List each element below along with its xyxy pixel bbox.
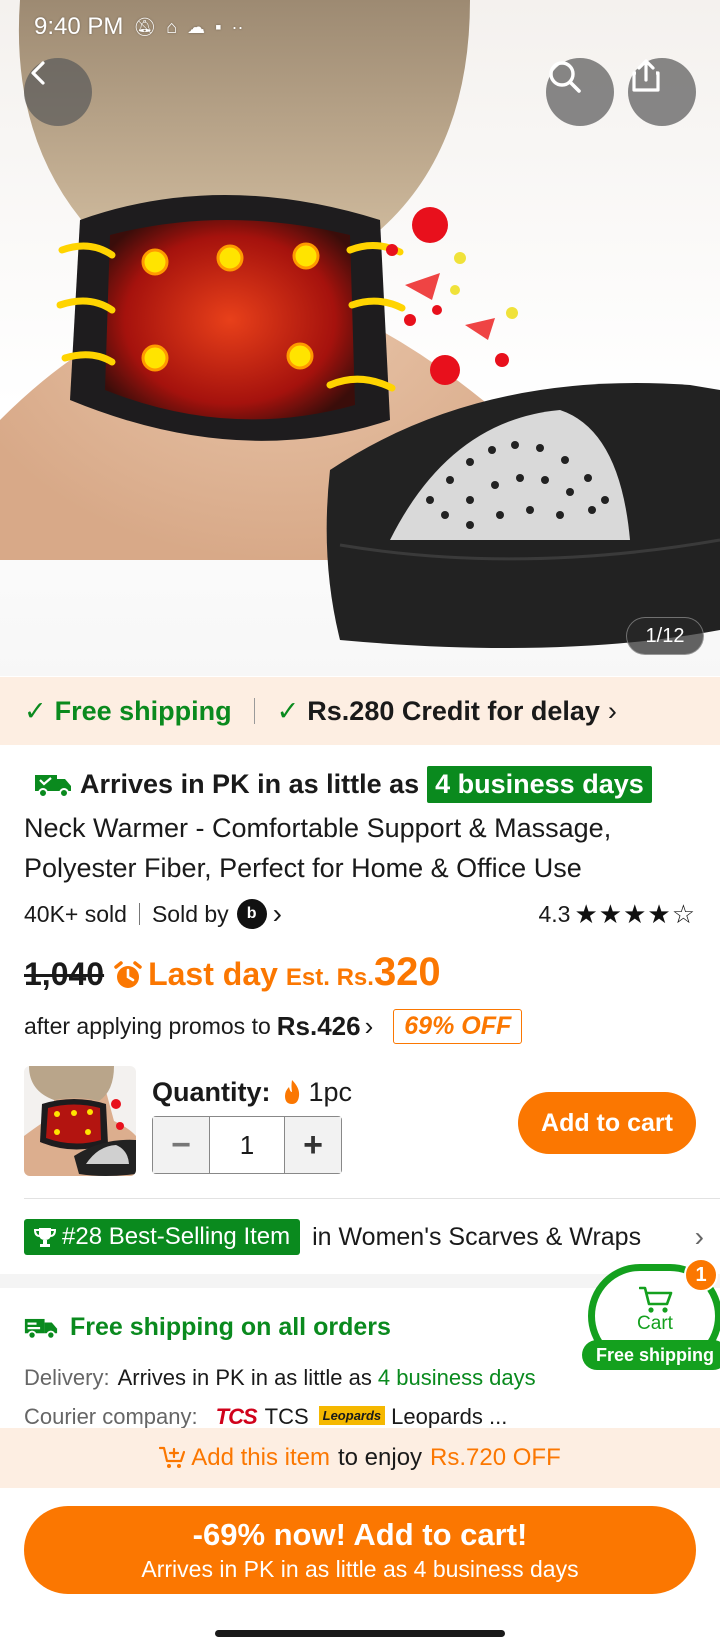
shopping-cart-icon	[639, 1286, 673, 1313]
product-thumbnail-image	[24, 1066, 136, 1176]
cart-plus-icon	[159, 1446, 186, 1468]
status-time: 9:40 PM	[34, 13, 124, 40]
seller-logo-icon[interactable]: b	[236, 899, 267, 929]
share-button[interactable]	[628, 58, 696, 126]
search-button[interactable]	[546, 58, 614, 126]
best-seller-badge: #28 Best-Selling Item	[24, 1219, 301, 1255]
check-icon: ✓	[276, 695, 300, 726]
variant-thumbnail[interactable]	[24, 1066, 136, 1176]
rating[interactable]: 4.3 ★★★★☆	[538, 899, 696, 930]
decrease-quantity-button[interactable]: −	[153, 1117, 209, 1173]
quantity-label-row: Quantity: 1pc	[152, 1074, 352, 1110]
share-icon	[632, 59, 660, 92]
after-promos-label: after applying promos to	[24, 1012, 271, 1039]
leopards-logo: Leopards	[318, 1406, 386, 1425]
back-button[interactable]	[24, 58, 92, 126]
free-shipping-all-orders[interactable]: Free shipping on all orders	[24, 1308, 391, 1346]
free-shipping-label: Free shipping	[54, 695, 232, 726]
best-seller-category: in Women's Scarves & Wraps	[312, 1222, 642, 1251]
search-icon	[549, 61, 581, 93]
courier-tcs: TCS	[264, 1404, 309, 1429]
estimated-price: 320	[373, 950, 441, 994]
check-icon: ✓	[24, 695, 47, 726]
delivery-label: Delivery:	[24, 1365, 110, 1390]
cart-label: Cart	[637, 1313, 673, 1334]
star-rating-icon: ★★★★☆	[574, 898, 696, 929]
original-price: 1,040	[24, 956, 105, 992]
product-title: Neck Warmer - Comfortable Support & Mass…	[24, 813, 612, 883]
delay-credit-benefit[interactable]: ✓ Rs.280 Credit for delay ›	[277, 696, 617, 727]
cloud-icon: ☁	[187, 16, 206, 37]
quantity-value[interactable]: 1	[209, 1117, 285, 1173]
sales-seller-row: 40K+ sold Sold by b › 4.3 ★★★★☆	[24, 896, 696, 932]
estimated-price-label: Est. Rs.	[285, 964, 374, 991]
divider	[253, 698, 255, 724]
chevron-right-icon: ›	[364, 1010, 374, 1041]
cta-subline: Arrives in PK in as little as 4 business…	[141, 1556, 579, 1582]
best-seller-row[interactable]: #28 Best-Selling Item in Women's Scarves…	[24, 1218, 704, 1256]
bell-off-icon: 🔕︎	[133, 16, 157, 37]
status-bar: 9:40 PM 🔕︎ ⌂ ☁ ▪ ··	[34, 12, 244, 42]
cart-count-badge: 1	[684, 1258, 718, 1292]
delivery-truck-icon	[35, 775, 71, 798]
promo-discount-amount: Rs.720 OFF	[430, 1444, 561, 1471]
add-item-promo-strip[interactable]: Add this item to enjoy Rs.720 OFF	[0, 1428, 720, 1488]
floating-cart-button[interactable]: Cart Free shipping 1	[582, 1258, 720, 1376]
price-row: 1,040 Last day Est. Rs. 320	[24, 950, 441, 1000]
arrival-estimate: Arrives in PK in as little as 4 business…	[34, 762, 652, 806]
promo-price-row[interactable]: after applying promos to Rs.426 › 69% OF…	[24, 1006, 523, 1046]
courier-info: Courier company: TCS TCS Leopards Leopar…	[24, 1404, 507, 1430]
sold-count: 40K+ sold	[24, 900, 127, 927]
divider	[138, 903, 140, 925]
gamepad-icon: ⌂	[166, 16, 178, 37]
rating-value: 4.3	[538, 900, 571, 927]
sold-by-label: Sold by	[151, 900, 229, 927]
delivery-info: Delivery: Arrives in PK in as little as …	[24, 1362, 536, 1394]
chevron-right-icon[interactable]: ›	[273, 898, 282, 930]
chevron-left-icon	[31, 61, 45, 85]
promo-price: Rs.426	[276, 1010, 361, 1041]
free-shipping-benefit: ✓ Free shipping	[24, 696, 232, 727]
home-indicator[interactable]	[215, 1630, 505, 1637]
add-to-cart-cta-button[interactable]: -69% now! Add to cart! Arrives in PK in …	[24, 1506, 696, 1594]
temu-icon: ▪	[215, 16, 222, 37]
discount-badge: 69% OFF	[393, 1008, 523, 1044]
delivery-text: Arrives in PK in as little as	[117, 1365, 372, 1390]
add-to-cart-button[interactable]: Add to cart	[518, 1092, 696, 1154]
chevron-right-icon: ›	[694, 1221, 704, 1252]
arrival-prefix: Arrives in PK in as little as	[80, 768, 420, 799]
quantity-label: Quantity:	[152, 1076, 271, 1107]
last-day-label: Last day	[148, 956, 278, 992]
add-item-label: Add this item	[191, 1444, 330, 1471]
courier-label: Courier company:	[24, 1404, 198, 1429]
increase-quantity-button[interactable]: +	[285, 1117, 341, 1173]
flame-icon	[284, 1080, 299, 1104]
quantity-stepper[interactable]: − 1 +	[152, 1116, 342, 1174]
delay-credit-label: Rs.280 Credit for delay	[307, 695, 600, 726]
cta-headline: -69% now! Add to cart!	[192, 1517, 528, 1552]
arrival-days-badge: 4 business days	[427, 765, 652, 803]
image-counter: 1/12	[626, 617, 704, 655]
product-image-gallery[interactable]: 9:40 PM 🔕︎ ⌂ ☁ ▪ ·· 1/12	[0, 0, 720, 676]
trophy-icon	[34, 1228, 56, 1247]
cart-free-shipping-note: Free shipping	[582, 1340, 720, 1370]
pack-size: 1pc	[308, 1076, 353, 1107]
to-enjoy-label: to enjoy	[337, 1444, 423, 1471]
free-shipping-all-label: Free shipping on all orders	[70, 1312, 391, 1341]
chevron-right-icon: ›	[607, 695, 617, 726]
divider	[24, 1198, 720, 1199]
courier-leopards: Leopards ...	[391, 1404, 508, 1429]
best-seller-label: #28 Best-Selling Item	[62, 1223, 291, 1250]
delivery-days: 4 business days	[377, 1365, 536, 1390]
tcs-logo: TCS	[215, 1404, 258, 1429]
more-dots-icon: ··	[231, 16, 244, 37]
delivery-truck-icon	[24, 1318, 58, 1340]
alarm-clock-icon	[114, 961, 142, 988]
shipping-benefits-bar[interactable]: ✓ Free shipping ✓ Rs.280 Credit for dela…	[0, 677, 720, 745]
